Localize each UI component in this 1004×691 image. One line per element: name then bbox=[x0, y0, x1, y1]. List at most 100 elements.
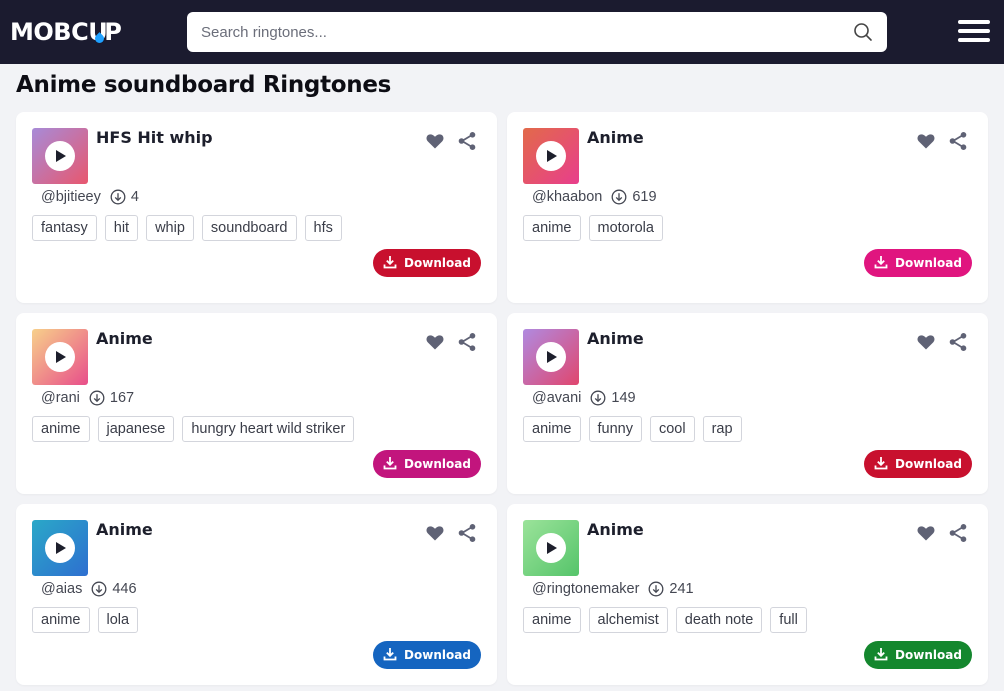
heart-icon[interactable] bbox=[425, 523, 445, 543]
tag-list: anime motorola bbox=[523, 215, 663, 241]
tag[interactable]: anime bbox=[523, 215, 581, 241]
uploader-name[interactable]: @aias bbox=[41, 581, 82, 597]
uploader-name[interactable]: @bjitieey bbox=[41, 189, 101, 205]
ringtone-thumbnail bbox=[32, 128, 88, 184]
tag-list: anime lola bbox=[32, 607, 139, 633]
download-count-icon bbox=[110, 189, 126, 205]
ringtone-meta: @aias 446 bbox=[41, 581, 137, 597]
tag[interactable]: death note bbox=[675, 607, 763, 633]
download-button[interactable]: Download bbox=[864, 641, 972, 669]
uploader-name[interactable]: @rani bbox=[41, 390, 80, 406]
heart-icon[interactable] bbox=[425, 332, 445, 352]
tag[interactable]: lola bbox=[97, 607, 139, 633]
play-icon[interactable] bbox=[45, 342, 75, 372]
tag[interactable]: hungry heart wild striker bbox=[182, 416, 355, 442]
hamburger-menu-icon[interactable] bbox=[958, 20, 994, 46]
download-button[interactable]: Download bbox=[373, 249, 481, 277]
ringtone-title[interactable]: Anime bbox=[96, 520, 153, 539]
tag[interactable]: anime bbox=[523, 416, 581, 442]
ringtone-meta: @rani 167 bbox=[41, 390, 134, 406]
download-label: Download bbox=[895, 457, 962, 471]
share-icon[interactable] bbox=[457, 131, 477, 151]
tag[interactable]: whip bbox=[146, 215, 194, 241]
download-label: Download bbox=[895, 648, 962, 662]
heart-icon[interactable] bbox=[916, 523, 936, 543]
uploader-name[interactable]: @ringtonemaker bbox=[532, 581, 639, 597]
page-title: Anime soundboard Ringtones bbox=[16, 72, 392, 98]
tag[interactable]: hit bbox=[104, 215, 139, 241]
play-icon[interactable] bbox=[536, 533, 566, 563]
ringtone-title[interactable]: Anime bbox=[96, 329, 153, 348]
tag[interactable]: funny bbox=[588, 416, 642, 442]
ringtone-card: Anime @khaabon 619 anime motorola Downloa… bbox=[507, 112, 988, 303]
download-icon bbox=[383, 647, 397, 664]
logo-drop-icon bbox=[93, 32, 107, 45]
tag[interactable]: anime bbox=[32, 416, 90, 442]
share-icon[interactable] bbox=[457, 523, 477, 543]
download-count: 4 bbox=[130, 189, 139, 205]
download-button[interactable]: Download bbox=[864, 450, 972, 478]
tag[interactable]: soundboard bbox=[201, 215, 297, 241]
ringtone-card: HFS Hit whip @bjitieey 4 fantasy hit whip s… bbox=[16, 112, 497, 303]
ringtone-title[interactable]: HFS Hit whip bbox=[96, 128, 213, 147]
heart-icon[interactable] bbox=[425, 131, 445, 151]
share-icon[interactable] bbox=[948, 131, 968, 151]
search-bar bbox=[187, 12, 887, 52]
play-icon[interactable] bbox=[536, 342, 566, 372]
download-count-icon bbox=[89, 390, 105, 406]
tag[interactable]: cool bbox=[649, 416, 695, 442]
download-button[interactable]: Download bbox=[373, 450, 481, 478]
tag-list: anime japanese hungry heart wild striker bbox=[32, 416, 355, 442]
ringtone-card: Anime @ringtonemaker 241 anime alchemist d… bbox=[507, 504, 988, 685]
play-icon[interactable] bbox=[536, 141, 566, 171]
tag[interactable]: anime bbox=[523, 607, 581, 633]
download-count: 167 bbox=[109, 390, 135, 406]
tag[interactable]: rap bbox=[702, 416, 742, 442]
share-icon[interactable] bbox=[948, 523, 968, 543]
uploader-name[interactable]: @khaabon bbox=[532, 189, 602, 205]
tag[interactable]: alchemist bbox=[588, 607, 668, 633]
ringtone-title[interactable]: Anime bbox=[587, 520, 644, 539]
ringtone-title[interactable]: Anime bbox=[587, 329, 644, 348]
download-button[interactable]: Download bbox=[373, 641, 481, 669]
tag[interactable]: japanese bbox=[97, 416, 175, 442]
play-icon[interactable] bbox=[45, 533, 75, 563]
ringtone-meta: @avani 149 bbox=[532, 390, 636, 406]
heart-icon[interactable] bbox=[916, 131, 936, 151]
download-label: Download bbox=[404, 256, 471, 270]
search-input[interactable] bbox=[187, 12, 847, 52]
mobcup-logo[interactable]: MOBCUP bbox=[10, 18, 122, 46]
ringtone-title[interactable]: Anime bbox=[587, 128, 644, 147]
tag-list: anime alchemist death note full bbox=[523, 607, 807, 633]
ringtone-thumbnail bbox=[523, 329, 579, 385]
download-icon bbox=[874, 255, 888, 272]
download-label: Download bbox=[404, 457, 471, 471]
download-count: 241 bbox=[669, 581, 694, 597]
download-icon bbox=[874, 456, 888, 473]
download-count-icon bbox=[648, 581, 664, 597]
ringtone-meta: @ringtonemaker 241 bbox=[532, 581, 694, 597]
download-button[interactable]: Download bbox=[864, 249, 972, 277]
download-count: 446 bbox=[112, 581, 137, 597]
ringtone-card: Anime @avani 149 anime funny cool rap Downl… bbox=[507, 313, 988, 494]
tag[interactable]: anime bbox=[32, 607, 90, 633]
ringtone-card: Anime @rani 167 anime japanese hungry hear… bbox=[16, 313, 497, 494]
play-icon[interactable] bbox=[45, 141, 75, 171]
ringtone-meta: @bjitieey 4 bbox=[41, 189, 139, 205]
uploader-name[interactable]: @avani bbox=[532, 390, 581, 406]
search-icon[interactable] bbox=[853, 22, 873, 42]
ringtone-thumbnail bbox=[32, 520, 88, 576]
download-label: Download bbox=[895, 256, 962, 270]
share-icon[interactable] bbox=[948, 332, 968, 352]
share-icon[interactable] bbox=[457, 332, 477, 352]
download-label: Download bbox=[404, 648, 471, 662]
download-count: 149 bbox=[611, 390, 636, 406]
download-icon bbox=[874, 647, 888, 664]
download-count: 619 bbox=[632, 189, 657, 205]
tag[interactable]: motorola bbox=[588, 215, 663, 241]
ringtone-card: Anime @aias 446 anime lola Download bbox=[16, 504, 497, 685]
tag[interactable]: fantasy bbox=[32, 215, 97, 241]
tag[interactable]: hfs bbox=[304, 215, 342, 241]
heart-icon[interactable] bbox=[916, 332, 936, 352]
tag[interactable]: full bbox=[770, 607, 807, 633]
